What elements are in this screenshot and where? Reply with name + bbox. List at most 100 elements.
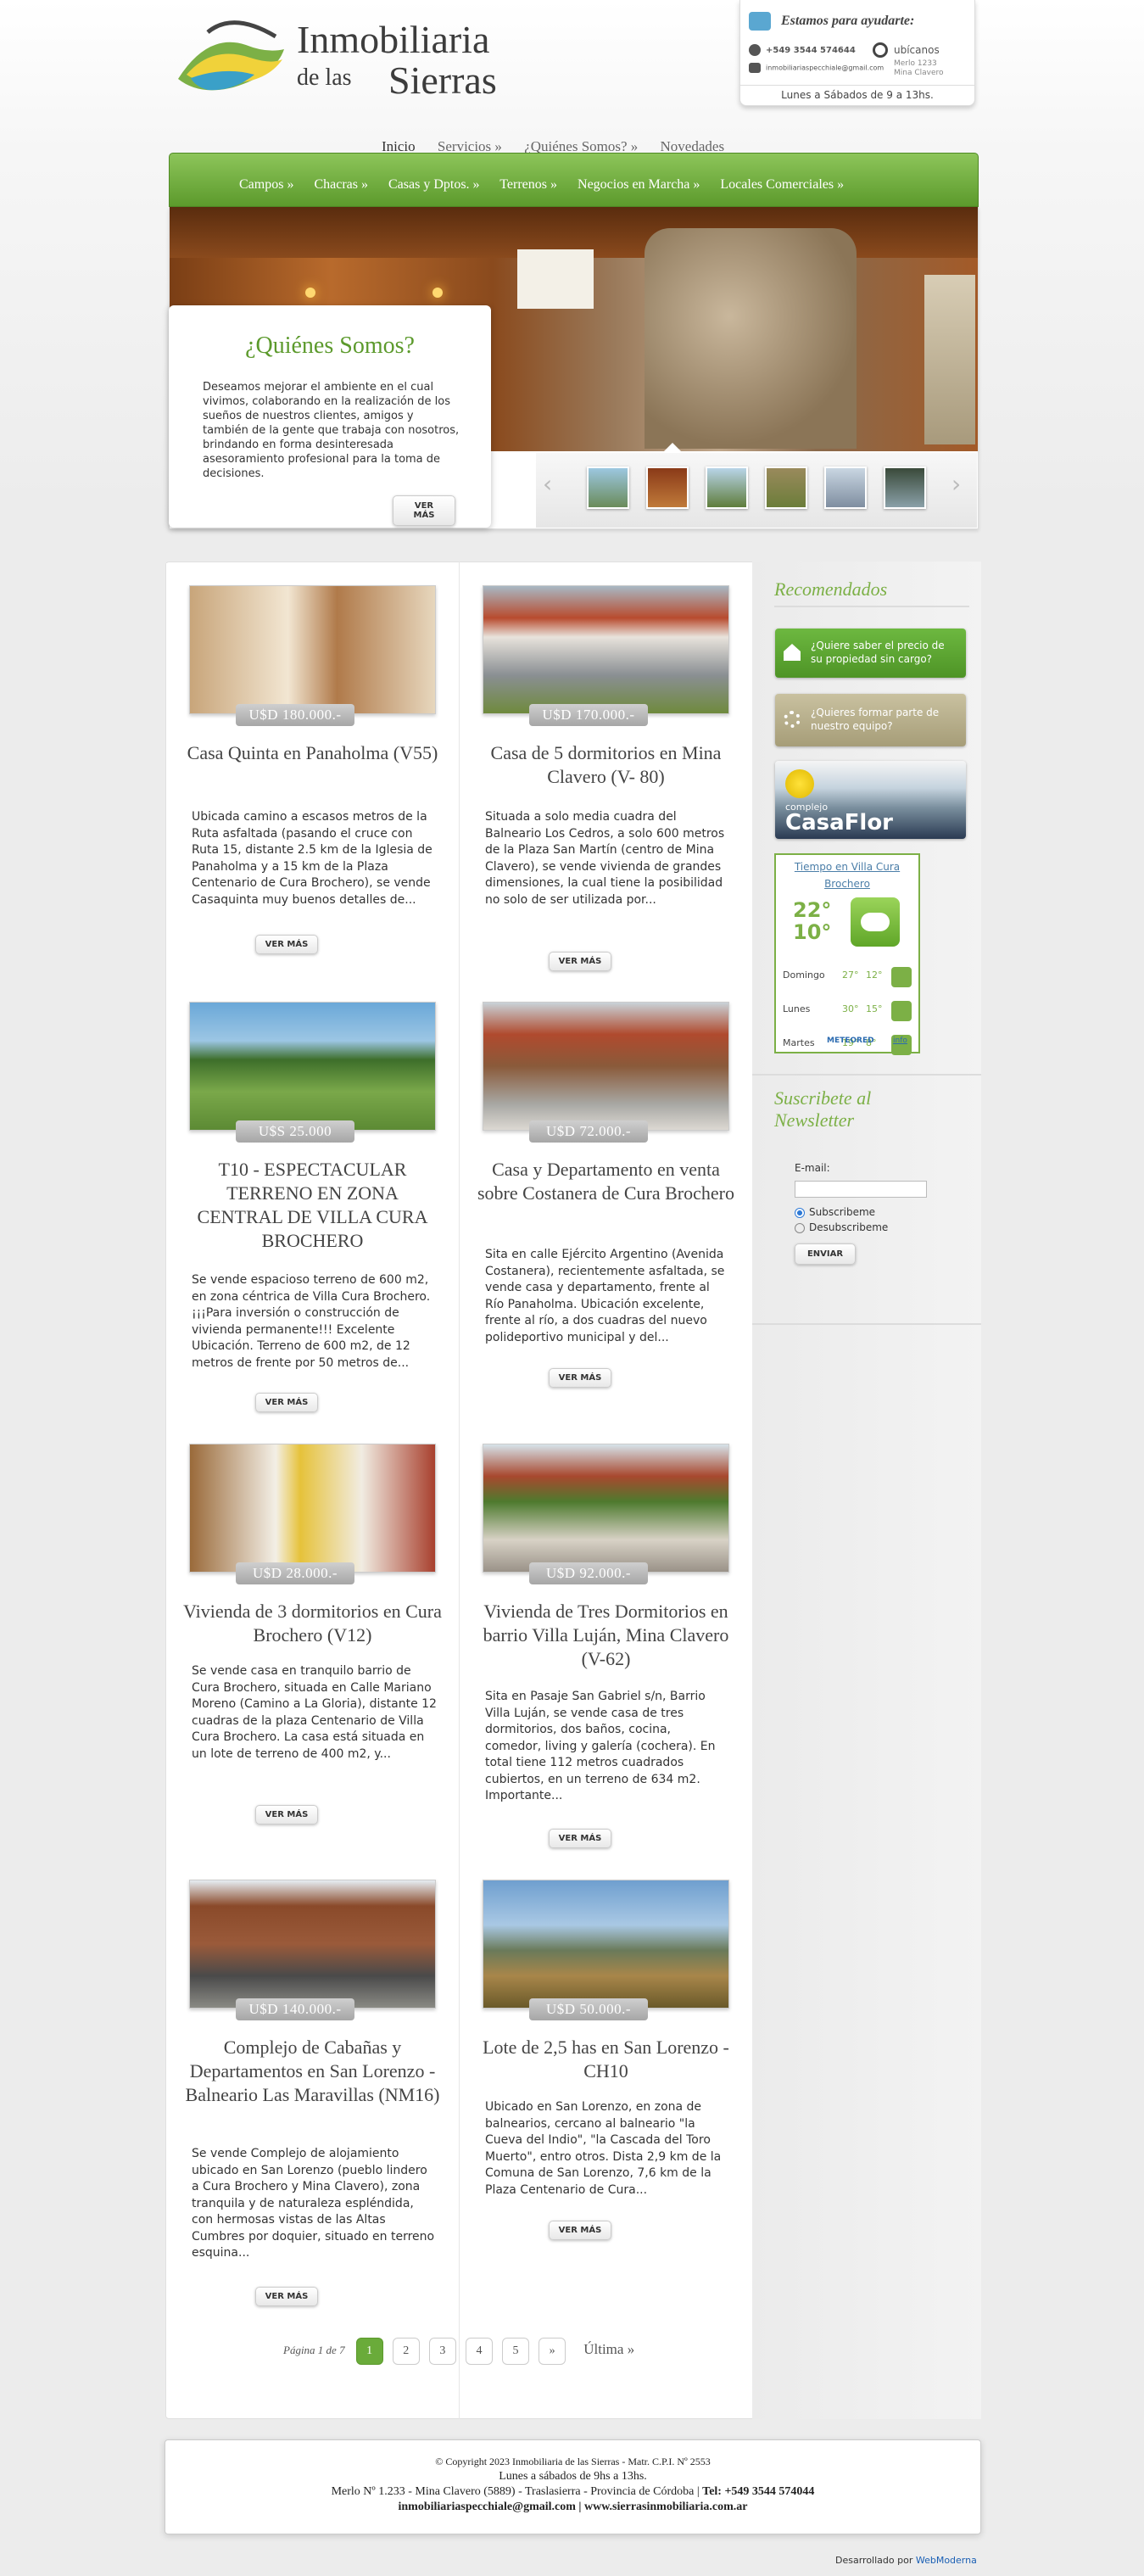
listing-price: U$D 28.000.- (236, 1562, 354, 1584)
promo-casaflor[interactable]: complejo CasaFlor (775, 761, 966, 839)
weather-title[interactable]: Tiempo en Villa Cura Brochero (776, 858, 918, 892)
credit-label: Desarrollado por (835, 2555, 913, 2566)
listing-title[interactable]: Lote de 2,5 has en San Lorenzo - CH10 (477, 2036, 735, 2083)
email-row: inmobiliariaspecchiale@gmail.com (749, 63, 884, 73)
footer-email[interactable]: inmobiliariaspecchiale@gmail.com (399, 2501, 576, 2513)
cloudy-icon (891, 1001, 912, 1021)
thumbnail[interactable] (587, 467, 629, 509)
credit: Desarrollado por WebModerna (835, 2555, 977, 2566)
forecast-day: Domingo (783, 969, 825, 981)
sunny-icon (891, 967, 912, 987)
site-logo[interactable]: Inmobiliaria de las Sierras (174, 15, 497, 104)
pagination: Página 1 de 7 1 2 3 4 5 » Última » (283, 2337, 639, 2365)
listing-card[interactable]: U$D 180.000.- Casa Quinta en Panaholma (… (166, 563, 459, 962)
thumbnail[interactable] (824, 467, 867, 509)
page-last[interactable]: Última » (583, 2337, 634, 2364)
listing-photo[interactable] (189, 585, 436, 714)
thumbnail[interactable] (646, 467, 689, 509)
next-arrow-icon[interactable]: › (951, 470, 961, 498)
listing-photo[interactable] (483, 1880, 729, 2009)
subscribe-radio[interactable] (795, 1207, 805, 1218)
listing-card[interactable]: U$D 140.000.- Complejo de Cabañas y Depa… (166, 1858, 459, 2333)
footer-phone[interactable]: Tel: +549 3544 574044 (702, 2485, 814, 2498)
listing-more-button[interactable]: VER MÁS (549, 1368, 611, 1388)
listing-photo[interactable] (483, 585, 729, 714)
page-5[interactable]: 5 (502, 2338, 530, 2365)
listing-more-button[interactable]: VER MÁS (549, 952, 611, 971)
listing-card[interactable]: U$D 50.000.- Lote de 2,5 has en San Lore… (460, 1858, 752, 2265)
page-next[interactable]: » (539, 2338, 566, 2365)
listing-more-button[interactable]: VER MÁS (255, 1393, 318, 1412)
listing-more-button[interactable]: VER MÁS (549, 1829, 611, 1848)
about-text: Deseamos mejorar el ambiente en el cual … (203, 381, 460, 480)
phone-number[interactable]: +549 3544 574644 (766, 46, 856, 55)
listing-title[interactable]: Vivienda de Tres Dormitorios en barrio V… (477, 1600, 735, 1671)
listing-title[interactable]: Casa Quinta en Panaholma (V55) (183, 741, 442, 765)
listing-description: Sita en Pasaje San Gabriel s/n, Barrio V… (485, 1690, 716, 1802)
listing-more-button[interactable]: VER MÁS (255, 935, 318, 954)
listing-photo[interactable] (483, 1444, 729, 1573)
page-1[interactable]: 1 (355, 2338, 383, 2365)
listing-card[interactable]: U$D 170.000.- Casa de 5 dormitorios en M… (460, 563, 752, 979)
promo-join-team[interactable]: ¿Quieres formar parte de nuestro equipo? (775, 694, 966, 746)
page-3[interactable]: 3 (428, 2338, 456, 2365)
listing-photo[interactable] (483, 1002, 729, 1131)
listing-title[interactable]: Vivienda de 3 dormitorios en Cura Broche… (183, 1600, 442, 1647)
listing-more-button[interactable]: VER MÁS (255, 1805, 318, 1824)
send-button[interactable]: ENVIAR (795, 1243, 856, 1265)
weather-brand[interactable]: METEORED (827, 1037, 874, 1045)
listing-more-button[interactable]: VER MÁS (255, 2287, 318, 2306)
listing-description: Se vende Complejo de alojamiento ubicado… (192, 2147, 435, 2260)
listing-card[interactable]: U$D 28.000.- Vivienda de 3 dormitorios e… (166, 1422, 459, 1863)
category-bar: Campos » Chacras » Casas y Dptos. » Terr… (169, 153, 979, 207)
listing-more-button[interactable]: VER MÁS (549, 2221, 611, 2240)
logo-line-2: de las (297, 64, 352, 91)
listing-description: Ubicada camino a escasos metros de la Ru… (192, 810, 432, 907)
listing-price: U$D 140.000.- (236, 1998, 354, 2020)
listing-price: U$D 92.000.- (529, 1562, 648, 1584)
weather-info-link[interactable]: info (893, 1037, 907, 1045)
cat-negocios[interactable]: Negocios en Marcha » (578, 177, 700, 192)
contact-email[interactable]: inmobiliariaspecchiale@gmail.com (766, 64, 884, 72)
listing-title[interactable]: T10 - ESPECTACULAR TERRENO EN ZONA CENTR… (183, 1158, 442, 1253)
location-label[interactable]: ubícanos (894, 44, 940, 56)
listing-title[interactable]: Complejo de Cabañas y Departamentos en S… (183, 2036, 442, 2107)
credit-link[interactable]: WebModerna (916, 2555, 977, 2566)
listing-photo[interactable] (189, 1444, 436, 1573)
footer-website[interactable]: www.sierrasinmobiliaria.com.ar (584, 2501, 747, 2513)
search-location-icon (873, 42, 888, 58)
listing-title[interactable]: Casa de 5 dormitorios en Mina Clavero (V… (477, 741, 735, 789)
forecast-max: 30° (842, 1003, 859, 1014)
cat-casas[interactable]: Casas y Dptos. » (388, 177, 480, 192)
about-title: ¿Quiénes Somos? (245, 332, 415, 359)
about-more-button[interactable]: VER MÁS (393, 495, 455, 526)
thumbnail[interactable] (706, 467, 748, 509)
weather-widget[interactable]: Tiempo en Villa Cura Brochero 22° 10° Do… (774, 853, 920, 1055)
listing-photo[interactable] (189, 1880, 436, 2009)
subscribe-label: Subscribeme (809, 1206, 876, 1218)
cat-chacras[interactable]: Chacras » (314, 177, 368, 192)
address-line-1: Merlo 1233 (894, 59, 937, 68)
listing-title[interactable]: Casa y Departamento en venta sobre Costa… (477, 1158, 735, 1205)
promo-price-check[interactable]: ¿Quiere saber el precio de su propiedad … (775, 629, 966, 678)
listing-photo[interactable] (189, 1002, 436, 1131)
weather-max: 22° (793, 898, 832, 922)
forecast-max: 27° (842, 969, 859, 981)
cat-terrenos[interactable]: Terrenos » (499, 177, 557, 192)
listing-card[interactable]: U$D 92.000.- Vivienda de Tres Dormitorio… (460, 1422, 752, 1863)
footer-hours: Lunes a sábados de 9hs a 13hs. (499, 2470, 647, 2483)
listing-description: Se vende espacioso terreno de 600 m2, en… (192, 1273, 431, 1370)
thumbnail[interactable] (765, 467, 807, 509)
thumbnail[interactable] (884, 467, 926, 509)
page-4[interactable]: 4 (465, 2338, 493, 2365)
listing-card[interactable]: U$D 72.000.- Casa y Departamento en vent… (460, 980, 752, 1395)
cat-campos[interactable]: Campos » (239, 177, 293, 192)
forecast-day: Martes (783, 1037, 815, 1048)
page-2[interactable]: 2 (392, 2338, 420, 2365)
home-icon (749, 63, 761, 73)
cat-locales[interactable]: Locales Comerciales » (720, 177, 844, 192)
unsubscribe-radio[interactable] (795, 1222, 805, 1233)
prev-arrow-icon[interactable]: ‹ (543, 470, 552, 498)
listing-card[interactable]: U$S 25.000 T10 - ESPECTACULAR TERRENO EN… (166, 980, 459, 1421)
email-field[interactable] (795, 1181, 927, 1198)
